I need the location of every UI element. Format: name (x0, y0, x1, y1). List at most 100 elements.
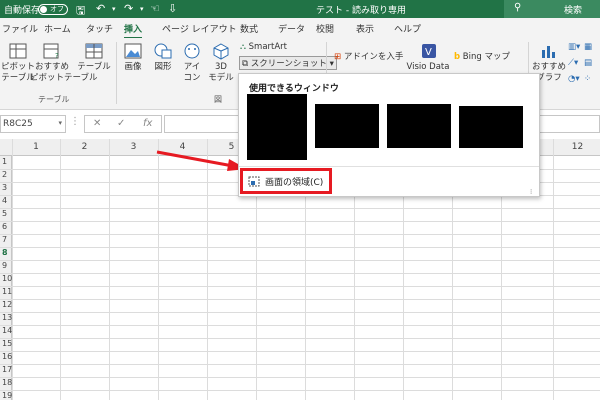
toggle-knob (40, 6, 47, 13)
redo-dropdown-icon[interactable]: ▾ (140, 5, 144, 13)
screenshot-button[interactable]: ⧉ スクリーンショット ▾ (239, 56, 337, 70)
grid-line (0, 273, 600, 274)
screen-clipping-button[interactable]: 画面の領域(C) (240, 168, 332, 194)
line-chart-icon[interactable]: ⟋▾ (568, 58, 578, 68)
row-header-selected[interactable]: 8 (2, 248, 8, 257)
cancel-icon[interactable]: ✕ (93, 118, 101, 129)
screen-clipping-label: 画面の領域(C) (265, 178, 324, 188)
icons-button[interactable]: アイ コン (178, 42, 206, 84)
tab-formulas[interactable]: 数式 (240, 22, 258, 35)
tab-view[interactable]: 表示 (356, 22, 374, 35)
recommended-pivot-icon: ? (43, 43, 59, 60)
insert-function-icon[interactable]: fx (143, 118, 152, 129)
search-icon: ⚲ (514, 2, 522, 13)
image-button[interactable]: 画像 (118, 42, 148, 73)
column-header[interactable]: 3 (109, 142, 158, 152)
row-header[interactable]: 7 (2, 235, 7, 244)
window-thumbnail[interactable] (315, 104, 379, 148)
model3d-label-1: 3D (215, 62, 227, 72)
undo-dropdown-icon[interactable]: ▾ (112, 5, 116, 13)
visio-data-button[interactable]: V Visio Data (406, 42, 450, 73)
model3d-button[interactable]: 3D モデル (206, 42, 236, 84)
tab-home[interactable]: ホーム (44, 22, 71, 35)
screenshot-label: スクリーンショット (250, 59, 327, 69)
svg-text:?: ? (55, 52, 59, 60)
name-box-value: R8C25 (3, 119, 33, 129)
customize-qat-icon[interactable]: ⇩ (168, 2, 177, 15)
column-header[interactable]: 12 (553, 142, 600, 152)
grid-line (0, 299, 600, 300)
row-header[interactable]: 1 (2, 157, 7, 166)
search-box[interactable]: ⚲ 検索 (504, 0, 600, 18)
row-header[interactable]: 3 (2, 183, 7, 192)
column-chart-icon[interactable]: ▥▾ (568, 42, 580, 52)
smartart-button[interactable]: ⛬ SmartArt (240, 42, 287, 52)
grid-line (553, 139, 554, 400)
hierarchy-chart-icon[interactable]: ▦ (584, 42, 592, 52)
column-header[interactable]: 2 (60, 142, 109, 152)
screenshot-icon: ⧉ (242, 59, 249, 69)
resize-grip-icon[interactable]: ⁞ (530, 188, 532, 196)
grid-line (0, 377, 600, 378)
row-header[interactable]: 19 (2, 391, 12, 400)
redo-icon[interactable]: ↷ (124, 2, 133, 15)
name-box[interactable]: R8C25 ▾ (0, 115, 66, 133)
smartart-label: SmartArt (248, 42, 288, 52)
autosave-state: オフ (50, 5, 64, 13)
row-header[interactable]: 16 (2, 352, 12, 361)
row-header[interactable]: 11 (2, 287, 12, 296)
row-header[interactable]: 14 (2, 326, 12, 335)
tab-touch[interactable]: タッチ (86, 22, 113, 35)
tab-help[interactable]: ヘルプ (394, 22, 421, 35)
image-icon (124, 43, 142, 59)
ribbon-separator (116, 42, 117, 104)
grid-line (0, 221, 600, 222)
row-header[interactable]: 9 (2, 261, 7, 270)
shapes-button[interactable]: 図形 (148, 42, 178, 73)
row-header[interactable]: 5 (2, 209, 7, 218)
row-header[interactable]: 6 (2, 222, 7, 231)
grid-line (0, 312, 600, 313)
row-header[interactable]: 10 (2, 274, 12, 283)
recommended-pivot-button[interactable]: ? おすすめ ピボットテーブル (30, 42, 98, 84)
tab-data[interactable]: データ (278, 22, 305, 35)
tab-page-layout[interactable]: ページ レイアウト (162, 22, 237, 35)
get-addins-label: アドインを入手 (343, 52, 404, 62)
bing-maps-button[interactable]: b Bing マップ (454, 50, 510, 62)
window-thumbnail[interactable] (387, 104, 451, 148)
recommended-charts-icon (542, 46, 555, 58)
touch-mode-icon[interactable]: ☜ (150, 2, 160, 15)
grid-line (0, 234, 600, 235)
row-header[interactable]: 12 (2, 300, 12, 309)
statistic-chart-icon[interactable]: ▤ (584, 58, 592, 68)
model3d-label-2: モデル (208, 73, 234, 83)
table-button[interactable]: テーブル (76, 42, 112, 73)
window-thumbnail[interactable] (247, 94, 307, 160)
window-thumbnail[interactable] (459, 106, 523, 148)
row-header[interactable]: 13 (2, 313, 12, 322)
icons-label-2: コン (183, 73, 201, 83)
grid-line (207, 139, 208, 400)
pie-chart-icon[interactable]: ◔▾ (568, 74, 580, 84)
document-title: テスト - 読み取り専用 (316, 6, 406, 16)
undo-icon[interactable]: ↶ (96, 2, 105, 15)
scatter-chart-icon[interactable]: ⁘ (584, 74, 591, 84)
group-tables-label: テーブル (38, 95, 70, 104)
row-header[interactable]: 17 (2, 365, 12, 374)
grid-line (0, 208, 600, 209)
enter-icon[interactable]: ✓ (117, 118, 125, 129)
tab-file[interactable]: ファイル (2, 22, 38, 35)
row-header[interactable]: 18 (2, 378, 12, 387)
tab-insert[interactable]: 挿入 (124, 22, 143, 39)
grid-line (109, 139, 110, 400)
grid-line (60, 139, 61, 400)
autosave-toggle[interactable]: オフ (38, 4, 68, 15)
row-header[interactable]: 15 (2, 339, 12, 348)
row-header[interactable]: 2 (2, 170, 7, 179)
row-header[interactable]: 4 (2, 196, 7, 205)
tab-review[interactable]: 校閲 (316, 22, 334, 35)
get-addins-button[interactable]: ⊞ アドインを入手 (334, 50, 403, 62)
column-header[interactable]: 1 (12, 142, 60, 152)
smartart-icon: ⛬ (240, 42, 246, 52)
bing-maps-label: Bing マップ (462, 52, 510, 62)
